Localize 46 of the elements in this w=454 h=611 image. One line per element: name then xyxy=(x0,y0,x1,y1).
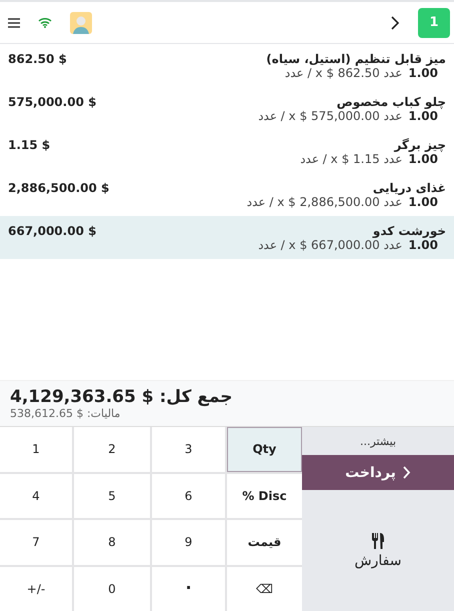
numpad-key[interactable]: +/- xyxy=(0,566,72,611)
numpad-key[interactable]: 1 xyxy=(0,427,72,472)
unit-price: عدد 575,000.00 $ x / عدد xyxy=(258,109,402,123)
numpad-key[interactable]: 6 xyxy=(152,474,225,518)
cutlery-icon xyxy=(371,532,385,548)
numpad-key[interactable]: 8 xyxy=(74,520,150,564)
unit-price: عدد 2,886,500.00 $ x / عدد xyxy=(246,195,402,209)
order-button[interactable]: سفارش xyxy=(302,490,454,611)
line-amount: 575,000.00 $ xyxy=(8,95,96,109)
unit-price: عدد 1.15 $ x / عدد xyxy=(300,152,402,166)
numpad-key[interactable]: 0 xyxy=(74,566,150,611)
menu-icon[interactable] xyxy=(8,18,20,28)
line-quantity: 1.00 xyxy=(408,109,438,123)
line-amount: 862.50 $ xyxy=(8,52,67,66)
product-name: غذای دریایی xyxy=(372,181,446,195)
chevron-right-icon xyxy=(402,466,411,479)
numpad-key[interactable]: 3 xyxy=(152,427,225,472)
product-name: میز قابل تنظیم (استیل، سیاه) xyxy=(266,52,446,66)
line-quantity: 1.00 xyxy=(408,66,438,80)
line-amount: 667,000.00 $ xyxy=(8,224,96,238)
line-amount: 2,886,500.00 $ xyxy=(8,181,110,195)
order-total: جمع کل: $ 4,129,363.65 xyxy=(10,387,233,407)
numpad-key[interactable]: 2 xyxy=(74,427,150,472)
line-amount: 1.15 $ xyxy=(8,138,50,152)
product-name: چلو کباب مخصوص xyxy=(336,95,446,109)
unit-price: عدد 667,000.00 $ x / عدد xyxy=(258,238,402,252)
mode-button[interactable]: % Disc xyxy=(227,474,302,518)
line-quantity: 1.00 xyxy=(408,195,438,209)
tax-amount: مالیات: $ 538,612.65 xyxy=(10,407,120,420)
numpad-key[interactable]: . xyxy=(152,566,225,611)
unit-price: عدد 862.50 $ x / عدد xyxy=(284,66,402,80)
line-quantity: 1.00 xyxy=(408,238,438,252)
product-name: خورشت کدو xyxy=(371,224,446,238)
payment-button[interactable]: پرداخت xyxy=(302,455,454,490)
numpad-key[interactable]: ⌫ xyxy=(227,566,302,611)
chevron-right-icon[interactable] xyxy=(390,16,400,30)
numpad-key[interactable]: 7 xyxy=(0,520,72,564)
product-name: چیز برگر xyxy=(392,138,446,152)
numpad-key[interactable]: 4 xyxy=(0,474,72,518)
line-quantity: 1.00 xyxy=(408,152,438,166)
mode-button[interactable]: قیمت xyxy=(227,520,302,564)
numpad-key[interactable]: 9 xyxy=(152,520,225,564)
wifi-icon[interactable] xyxy=(38,17,52,28)
more-button[interactable]: بیشتر... xyxy=(302,427,454,455)
mode-button[interactable]: Qty xyxy=(227,427,302,472)
numpad-key[interactable]: 5 xyxy=(74,474,150,518)
